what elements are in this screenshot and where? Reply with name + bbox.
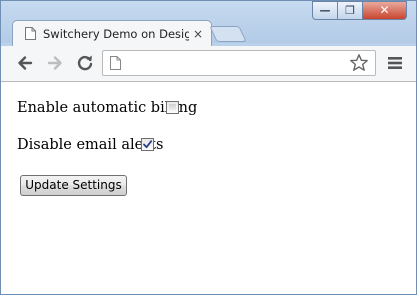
page-content: Enable automatic billing Disable email a… bbox=[1, 82, 416, 294]
star-icon[interactable] bbox=[349, 53, 369, 73]
window-close-button[interactable]: ✕ bbox=[363, 1, 407, 20]
billing-field: Enable automatic billing bbox=[17, 97, 197, 119]
update-settings-button[interactable]: Update Settings bbox=[20, 175, 127, 196]
hamburger-menu-icon[interactable] bbox=[385, 53, 405, 73]
address-bar[interactable] bbox=[102, 50, 376, 76]
maximize-button[interactable]: ❐ bbox=[338, 1, 363, 20]
new-tab-button[interactable] bbox=[209, 26, 247, 42]
browser-window: — ❐ ✕ Switchery Demo on Design × Enable … bbox=[0, 0, 417, 295]
maximize-icon: ❐ bbox=[345, 4, 355, 17]
title-bar: — ❐ ✕ Switchery Demo on Design × bbox=[1, 1, 416, 47]
forward-arrow-icon[interactable] bbox=[45, 53, 65, 73]
browser-toolbar bbox=[1, 46, 416, 82]
email-alerts-checkbox[interactable] bbox=[141, 138, 154, 151]
browser-tab[interactable]: Switchery Demo on Design × bbox=[12, 20, 212, 47]
email-alerts-field: Disable email alerts bbox=[17, 134, 163, 156]
minimize-icon: — bbox=[319, 4, 331, 17]
close-icon: ✕ bbox=[379, 3, 390, 17]
billing-checkbox[interactable] bbox=[166, 101, 179, 114]
url-input[interactable] bbox=[127, 54, 345, 72]
reload-icon[interactable] bbox=[75, 53, 95, 73]
tab-close-icon[interactable]: × bbox=[193, 26, 203, 42]
checkbox-empty-fill bbox=[169, 104, 176, 111]
minimize-button[interactable]: — bbox=[312, 1, 338, 20]
back-arrow-icon[interactable] bbox=[15, 53, 35, 73]
page-icon bbox=[110, 56, 121, 70]
tab-title: Switchery Demo on Design bbox=[43, 27, 189, 41]
checkmark-icon bbox=[143, 140, 153, 149]
page-icon bbox=[25, 27, 36, 40]
